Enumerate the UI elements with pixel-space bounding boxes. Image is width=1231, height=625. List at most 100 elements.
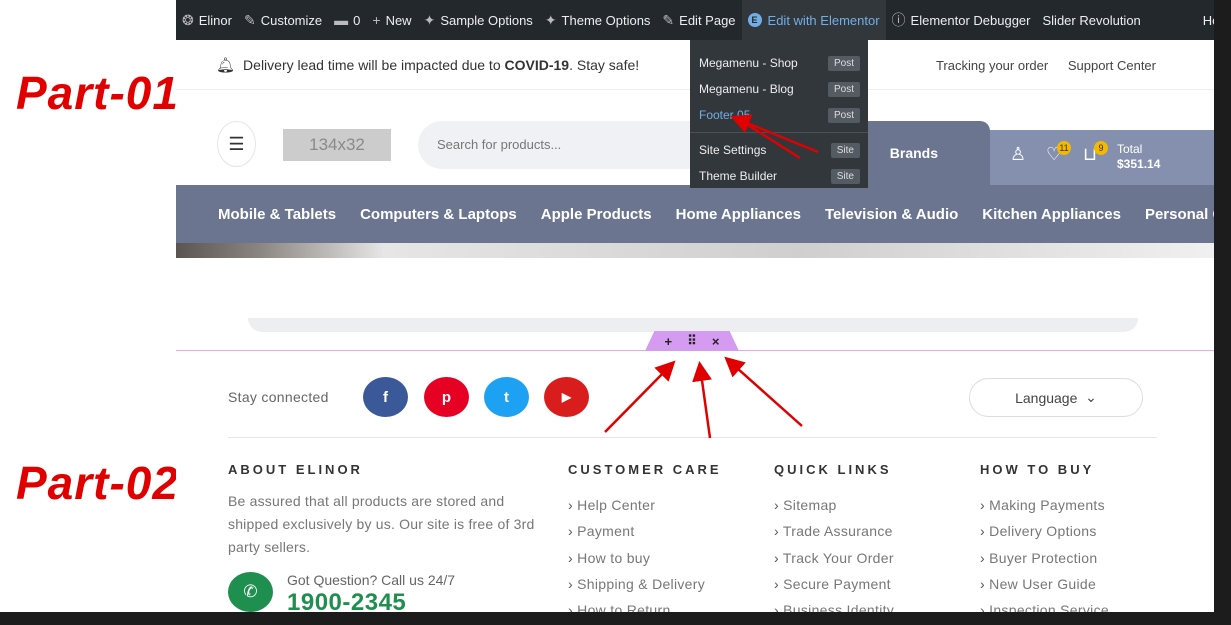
slider-revolution-label: Slider Revolution bbox=[1042, 12, 1141, 28]
edit-with-elementor-item[interactable]: E Edit with Elementor bbox=[741, 0, 886, 40]
link-track-order[interactable]: Track Your Order bbox=[774, 545, 894, 571]
close-section-icon[interactable]: × bbox=[712, 334, 720, 349]
pinterest-icon[interactable]: p bbox=[424, 377, 469, 417]
info-icon: ⓘ bbox=[891, 12, 906, 28]
total-label: Total bbox=[1117, 142, 1143, 156]
dropdown-divider bbox=[690, 132, 868, 133]
edit-with-elementor-label: Edit with Elementor bbox=[767, 12, 880, 28]
comments-item[interactable]: ▬ 0 bbox=[328, 0, 366, 40]
pencil-icon: ✎ bbox=[662, 11, 675, 28]
howdy-item[interactable]: Howdy, bbox=[1197, 0, 1214, 40]
slider-revolution-item[interactable]: Slider Revolution bbox=[1037, 0, 1147, 40]
hero-image-strip bbox=[176, 243, 1214, 258]
pin-icon: ✦ bbox=[423, 11, 436, 28]
theme-options-label: Theme Options bbox=[561, 12, 651, 28]
sample-options-item[interactable]: ✦ Sample Options bbox=[418, 0, 539, 40]
nav-item-personal-care[interactable]: Personal Care bbox=[1145, 206, 1214, 223]
bell-icon: 🔔︎ bbox=[216, 57, 236, 74]
nav-item-mobile-tablets[interactable]: Mobile & Tablets bbox=[218, 206, 336, 223]
dropdown-item-megamenu-shop[interactable]: Megamenu - Shop Post bbox=[690, 50, 868, 76]
nav-item-computers-laptops[interactable]: Computers & Laptops bbox=[360, 206, 517, 223]
elementor-icon: E bbox=[747, 13, 762, 27]
footer-divider bbox=[228, 437, 1157, 438]
add-section-icon[interactable]: + bbox=[665, 334, 673, 349]
dropdown-item-label: Site Settings bbox=[699, 143, 767, 157]
dropdown-item-label: Megamenu - Shop bbox=[699, 56, 798, 70]
link-how-to-return[interactable]: How to Return bbox=[568, 597, 705, 612]
chevron-down-icon: ⌄ bbox=[1085, 389, 1097, 405]
link-making-payments[interactable]: Making Payments bbox=[980, 492, 1109, 518]
frame-right bbox=[1214, 40, 1231, 625]
brush-icon: ✎ bbox=[243, 11, 256, 28]
edit-page-item[interactable]: ✎ Edit Page bbox=[656, 0, 741, 40]
link-sitemap[interactable]: Sitemap bbox=[774, 492, 894, 518]
link-inspection-service[interactable]: Inspection Service bbox=[980, 597, 1109, 612]
link-secure-payment[interactable]: Secure Payment bbox=[774, 571, 894, 597]
link-business-identity[interactable]: Business Identity bbox=[774, 597, 894, 612]
link-new-user-guide[interactable]: New User Guide bbox=[980, 571, 1109, 597]
link-buyer-protection[interactable]: Buyer Protection bbox=[980, 545, 1109, 571]
customer-care-heading: CUSTOMER CARE bbox=[568, 462, 722, 477]
phone-icon: ✆ bbox=[228, 572, 273, 612]
dropdown-badge: Post bbox=[827, 55, 860, 71]
link-delivery-options[interactable]: Delivery Options bbox=[980, 518, 1109, 544]
nav-item-apple-products[interactable]: Apple Products bbox=[541, 206, 652, 223]
twitter-icon[interactable]: t bbox=[484, 377, 529, 417]
section-bottom-pill bbox=[248, 318, 1138, 332]
part-01-annotation: Part-01 bbox=[16, 67, 179, 119]
covid-notice: 🔔︎ Delivery lead time will be impacted d… bbox=[216, 56, 639, 74]
theme-options-item[interactable]: ✦ Theme Options bbox=[539, 0, 657, 40]
quick-links: Sitemap Trade Assurance Track Your Order… bbox=[774, 492, 894, 612]
elementor-debugger-item[interactable]: ⓘ Elementor Debugger bbox=[886, 0, 1037, 40]
top-links: Tracking your order Support Center bbox=[920, 58, 1156, 73]
user-icon[interactable]: ♙ bbox=[1010, 144, 1026, 165]
website-canvas: ❂ Elinor ✎ Customize ▬ 0 + New ✦ Sample Optio… bbox=[176, 0, 1214, 612]
wishlist-count-badge: 11 bbox=[1057, 141, 1071, 155]
brands-button[interactable]: Brands bbox=[866, 121, 990, 185]
comments-count: 0 bbox=[353, 12, 361, 28]
main-nav: Mobile & Tablets Computers & Laptops App… bbox=[176, 185, 1214, 243]
customize-item[interactable]: ✎ Customize bbox=[238, 0, 328, 40]
part-02-annotation: Part-02 bbox=[16, 457, 179, 509]
header-actions: ♙ ♡ 11 ⊔ 9 Total $351.14 bbox=[990, 130, 1214, 185]
link-shipping-delivery[interactable]: Shipping & Delivery bbox=[568, 571, 705, 597]
link-payment[interactable]: Payment bbox=[568, 518, 705, 544]
support-link[interactable]: Support Center bbox=[1068, 58, 1156, 73]
link-help-center[interactable]: Help Center bbox=[568, 492, 705, 518]
youtube-icon[interactable]: ▶ bbox=[544, 377, 589, 417]
nav-item-home-appliances[interactable]: Home Appliances bbox=[676, 206, 801, 223]
new-item[interactable]: + New bbox=[366, 0, 417, 40]
nav-item-kitchen-appliances[interactable]: Kitchen Appliances bbox=[982, 206, 1121, 223]
search-placeholder: Search for products... bbox=[437, 137, 562, 152]
logo-placeholder[interactable]: 134x32 bbox=[283, 129, 391, 161]
dropdown-item-footer-05[interactable]: Footer 05 Post bbox=[690, 102, 868, 128]
dropdown-badge: Site bbox=[830, 142, 860, 158]
link-trade-assurance[interactable]: Trade Assurance bbox=[774, 518, 894, 544]
hamburger-menu-icon[interactable]: ☰ bbox=[217, 121, 256, 167]
notice-text: Delivery lead time will be impacted due … bbox=[243, 57, 501, 73]
facebook-icon[interactable]: f bbox=[363, 377, 408, 417]
sample-options-label: Sample Options bbox=[440, 12, 533, 28]
wp-admin-bar: ❂ Elinor ✎ Customize ▬ 0 + New ✦ Sample Optio… bbox=[176, 0, 1214, 40]
language-label: Language bbox=[1015, 389, 1078, 406]
notice-bold: COVID-19 bbox=[504, 57, 570, 73]
howdy-label: Howdy, bbox=[1202, 12, 1214, 28]
phone-number[interactable]: 1900-2345 bbox=[287, 589, 406, 612]
dropdown-item-theme-builder[interactable]: Theme Builder Site bbox=[690, 163, 868, 189]
dropdown-item-site-settings[interactable]: Site Settings Site bbox=[690, 137, 868, 163]
customer-care-links: Help Center Payment How to buy Shipping … bbox=[568, 492, 705, 612]
about-heading: ABOUT ELINOR bbox=[228, 462, 363, 477]
elementor-section-handle: + ⠿ × bbox=[645, 331, 739, 351]
link-how-to-buy[interactable]: How to buy bbox=[568, 545, 705, 571]
tracking-link[interactable]: Tracking your order bbox=[936, 58, 1048, 73]
cart-total[interactable]: Total $351.14 bbox=[1117, 142, 1160, 172]
got-question-label: Got Question? Call us 24/7 bbox=[287, 572, 456, 588]
nav-item-television-audio[interactable]: Television & Audio bbox=[825, 206, 958, 223]
dropdown-item-label: Theme Builder bbox=[699, 169, 778, 183]
drag-handle-icon[interactable]: ⠿ bbox=[687, 333, 697, 349]
language-select[interactable]: Language ⌄ bbox=[969, 378, 1143, 417]
pin-icon: ✦ bbox=[544, 11, 557, 28]
new-label: New bbox=[385, 12, 412, 28]
dropdown-item-megamenu-blog[interactable]: Megamenu - Blog Post bbox=[690, 76, 868, 102]
site-name-item[interactable]: ❂ Elinor bbox=[176, 0, 238, 40]
